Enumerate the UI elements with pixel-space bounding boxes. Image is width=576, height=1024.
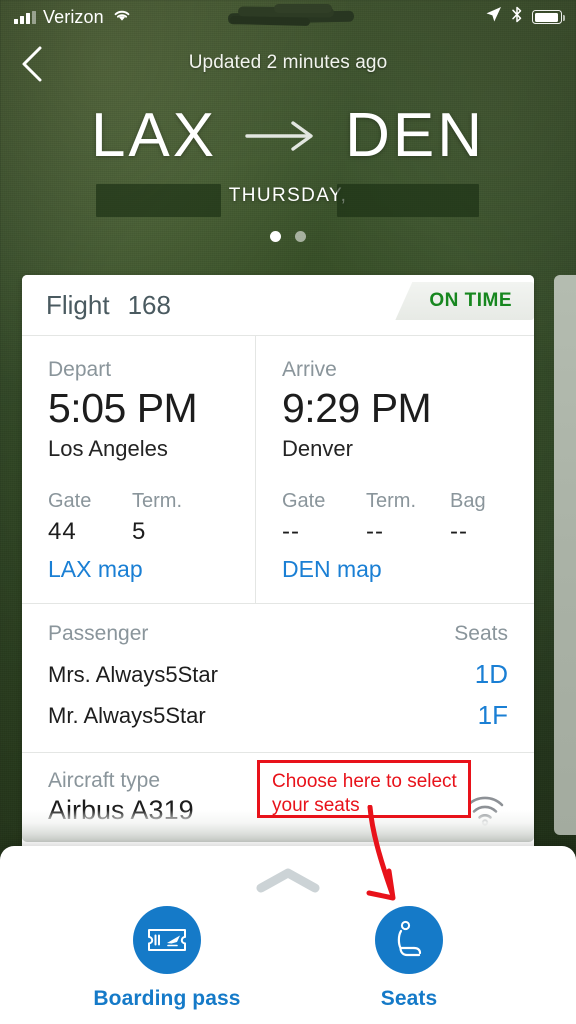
status-badge: ON TIME (395, 282, 534, 320)
signal-bars-icon (14, 10, 36, 24)
annotation-callout: Choose here to select your seats (257, 760, 471, 818)
annotation-text: Choose here to select your seats (272, 771, 457, 816)
depart-gate-value: 44 (48, 518, 77, 546)
arrive-gate-head: Gate (282, 490, 326, 513)
arrive-term-col: Term. -- (366, 490, 438, 546)
destination-code: DEN (345, 101, 486, 170)
seats-label: Seats (380, 987, 438, 1010)
depart-column: Depart 5:05 PM Los Angeles Gate 44 Term.… (22, 336, 256, 604)
flight-label: Flight (46, 289, 110, 320)
seats-button[interactable]: Seats (334, 906, 484, 1011)
arrive-time: 9:29 PM (282, 385, 432, 431)
depart-term-value: 5 (132, 518, 147, 546)
flight-legs: Depart 5:05 PM Los Angeles Gate 44 Term.… (22, 336, 534, 605)
status-bar-left: Verizon (14, 7, 133, 28)
chevron-up-icon (256, 868, 320, 893)
depart-city: Los Angeles (48, 436, 168, 462)
boarding-pass-circle[interactable] (133, 906, 201, 974)
depart-gate-col: Gate 44 (48, 490, 120, 546)
passenger-name: Mrs. Always5Star (48, 661, 218, 687)
seat-icon (397, 920, 422, 957)
page-dot-2[interactable] (295, 231, 306, 242)
passenger-table-header: Passenger Seats (48, 622, 508, 646)
table-row: Mrs. Always5Star 1D (48, 654, 508, 695)
flight-date: THURSDAY, (228, 185, 348, 206)
carousel-page-dots[interactable] (0, 231, 576, 242)
flight-card-header: Flight 168 ON TIME (22, 275, 534, 336)
arrive-meta: Gate -- Term. -- Bag -- (282, 490, 534, 546)
location-arrow-icon (485, 6, 502, 28)
sheet-actions: Boarding pass Seats (0, 906, 576, 1011)
depart-time: 5:05 PM (48, 385, 198, 431)
seats-col-label: Seats (454, 622, 508, 646)
origin-code: LAX (90, 101, 218, 170)
status-bar: Verizon (0, 0, 576, 34)
passenger-section: Passenger Seats Mrs. Always5Star 1D Mr. … (22, 604, 534, 754)
arrow-right-icon (245, 119, 317, 158)
arrive-map-link[interactable]: DEN map (282, 556, 382, 583)
route-header: LAX DEN (0, 105, 576, 167)
arrive-bag-col: Bag -- (450, 490, 522, 546)
arrive-label: Arrive (282, 358, 337, 381)
arrive-bag-head: Bag (450, 490, 486, 513)
arrive-gate-col: Gate -- (282, 490, 354, 546)
page-dot-1[interactable] (270, 231, 281, 242)
carrier-label: Verizon (43, 6, 104, 27)
boarding-pass-label: Boarding pass (93, 987, 241, 1010)
status-bar-right (485, 6, 565, 28)
depart-label: Depart (48, 358, 112, 381)
passenger-name: Mr. Always5Star (48, 702, 206, 728)
phone-screen: Verizon Updated 2 minutes ago LAX DEN TH… (0, 0, 576, 1024)
status-badge-label: ON TIME (429, 290, 512, 311)
updated-status-text: Updated 2 minutes ago (188, 52, 388, 73)
arrive-gate-value: -- (282, 518, 300, 546)
passenger-col-label: Passenger (48, 622, 149, 646)
boarding-pass-button[interactable]: Boarding pass (92, 906, 242, 1011)
passenger-seat[interactable]: 1F (478, 700, 508, 731)
chevron-left-icon (22, 46, 42, 82)
seats-circle[interactable] (375, 906, 443, 974)
depart-map-link[interactable]: LAX map (48, 556, 143, 583)
battery-icon (532, 10, 565, 24)
arrive-term-value: -- (366, 518, 384, 546)
depart-gate-head: Gate (48, 490, 92, 513)
depart-term-col: Term. 5 (132, 490, 204, 546)
table-row: Mr. Always5Star 1F (48, 695, 508, 736)
back-button[interactable] (18, 44, 60, 84)
boarding-pass-icon (148, 929, 186, 951)
passenger-seat[interactable]: 1D (475, 659, 508, 690)
flight-number: 168 (127, 289, 171, 320)
bluetooth-icon (511, 6, 523, 28)
arrive-city: Denver (282, 436, 353, 462)
arrive-bag-value: -- (450, 518, 468, 546)
sheet-expand-handle[interactable] (256, 868, 320, 899)
depart-term-head: Term. (132, 490, 182, 513)
depart-meta: Gate 44 Term. 5 (48, 490, 255, 546)
arrive-column: Arrive 9:29 PM Denver Gate -- Term. -- B… (256, 336, 534, 603)
wifi-icon (111, 7, 133, 28)
arrive-term-head: Term. (366, 490, 416, 513)
next-flight-card-peek[interactable] (554, 275, 576, 835)
bottom-action-sheet: Boarding pass Seats (0, 846, 576, 1024)
